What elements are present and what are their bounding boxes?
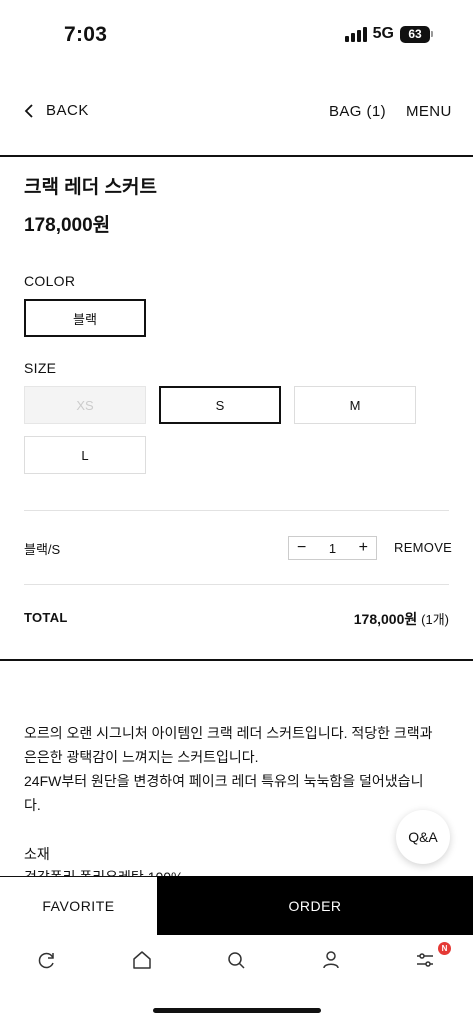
back-label: BACK [46, 102, 89, 119]
description-line: 오르의 오랜 시그니처 아이템인 크랙 레더 스커트입니다. 적당한 크랙과 [24, 725, 433, 741]
status-indicators: 5G 63 [344, 25, 433, 43]
size-option-xs[interactable]: XS [24, 386, 146, 424]
size-option-l[interactable]: L [24, 436, 146, 474]
order-button[interactable]: ORDER [157, 876, 473, 935]
bag-button[interactable]: BAG (1) [329, 103, 386, 120]
size-label: SIZE [24, 360, 57, 376]
divider [24, 584, 449, 585]
menu-button[interactable]: MENU [406, 103, 452, 120]
home-icon[interactable] [130, 948, 154, 972]
product-price: 178,000원 [24, 215, 111, 236]
total-count: (1개) [421, 612, 449, 627]
status-time: 7:03 [64, 23, 108, 46]
header-divider [0, 155, 473, 157]
battery-level: 63 [400, 25, 430, 43]
back-button[interactable]: BACK [24, 102, 89, 119]
refresh-icon[interactable] [35, 948, 59, 972]
material-label: 소재 [24, 846, 50, 862]
selected-option-label: 블랙/S [24, 542, 61, 557]
quantity-stepper: − 1 + [288, 536, 377, 560]
battery-icon: 63 [400, 25, 433, 43]
total-value: 178,000원 (1개) [354, 609, 449, 629]
bottom-nav [0, 940, 473, 980]
color-option-black[interactable]: 블랙 [24, 299, 146, 337]
top-nav: BACK BAG (1) MENU [0, 90, 473, 134]
size-option-m[interactable]: M [294, 386, 416, 424]
filter-icon[interactable] [413, 948, 437, 972]
section-divider [0, 659, 473, 661]
home-indicator [153, 1008, 321, 1013]
size-option-s[interactable]: S [159, 386, 281, 424]
search-icon[interactable] [224, 948, 248, 972]
favorite-button[interactable]: FAVORITE [0, 876, 157, 935]
total-amount: 178,000원 [353, 611, 418, 627]
divider [24, 510, 449, 511]
action-bar: FAVORITE ORDER [0, 876, 473, 935]
quantity-value: 1 [328, 540, 337, 556]
total-label: TOTAL [24, 610, 68, 625]
description-line: 다. [24, 797, 41, 813]
description-line: 은은한 광택감이 느껴지는 스커트입니다. [24, 749, 259, 765]
chevron-left-icon [24, 103, 33, 118]
qa-button[interactable]: Q&A [396, 810, 450, 864]
notification-badge: N [438, 942, 451, 955]
description-line: 24FW부터 원단을 변경하여 페이크 레더 특유의 눅눅함을 덜어냈습니 [24, 773, 424, 789]
signal-icon [344, 26, 367, 42]
product-name: 크랙 레더 스커트 [24, 177, 157, 198]
decrease-button[interactable]: − [297, 540, 306, 556]
color-label: COLOR [24, 273, 76, 289]
remove-button[interactable]: REMOVE [394, 540, 452, 555]
status-bar: 7:03 5G 63 [0, 0, 473, 70]
network-type: 5G [372, 25, 394, 42]
product-description: 오르의 오랜 시그니처 아이템인 크랙 레더 스커트입니다. 적당한 크랙과 은… [24, 721, 454, 817]
increase-button[interactable]: + [359, 540, 368, 556]
user-icon[interactable] [319, 948, 343, 972]
